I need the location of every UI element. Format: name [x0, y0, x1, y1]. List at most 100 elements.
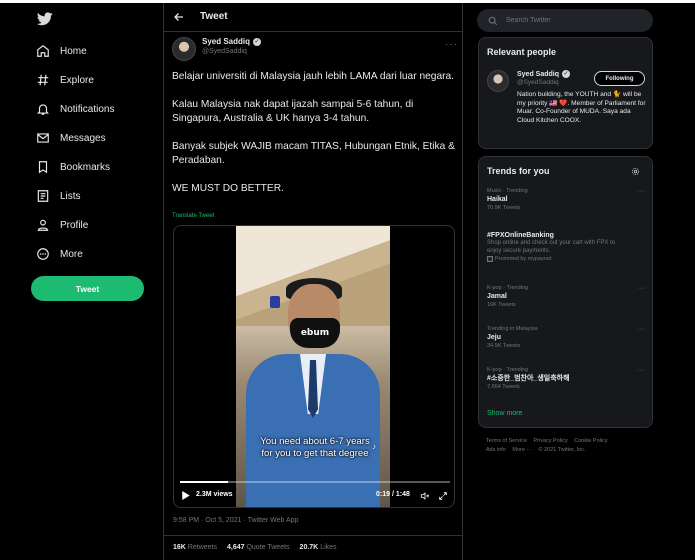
- video-progress-bar[interactable]: [180, 481, 450, 483]
- twitter-logo-icon[interactable]: [37, 12, 53, 26]
- bookmark-icon: [38, 161, 48, 174]
- promoted-text: Promoted by mypaynet: [495, 256, 552, 262]
- stats-divider: [164, 535, 462, 536]
- trends-title: Trends for you: [487, 166, 550, 176]
- nav-lists[interactable]: Lists: [36, 186, 81, 206]
- retweets-stat[interactable]: 16K Retweets: [173, 544, 217, 551]
- author-avatar[interactable]: [172, 37, 196, 61]
- more-options-icon[interactable]: ···: [637, 326, 646, 333]
- nav-label: Messages: [60, 132, 106, 144]
- nav-label: Explore: [60, 74, 94, 86]
- quotes-count: 4,647: [226, 544, 245, 551]
- more-options-icon[interactable]: ···: [637, 188, 646, 195]
- nav-label: Lists: [60, 190, 81, 202]
- relevant-people-title: Relevant people: [487, 47, 557, 57]
- nav-profile[interactable]: Profile: [36, 215, 88, 235]
- relevant-bio: Nation building, the YOUTH and 🐈 will be…: [517, 91, 646, 124]
- nav-notifications[interactable]: Notifications: [36, 99, 114, 119]
- video-views: 2.3M views: [196, 491, 233, 498]
- trend-description: Shop online and check out your cart with…: [487, 240, 616, 254]
- page-title: Tweet: [200, 11, 228, 22]
- play-icon[interactable]: [182, 491, 190, 500]
- tweet-timestamp[interactable]: 9:58 PM · Oct 5, 2021 · Twitter Web App: [173, 517, 298, 524]
- nav-home[interactable]: Home: [36, 41, 87, 61]
- footer-link[interactable]: Ads info: [486, 447, 506, 453]
- video-person-mask: ebum: [290, 318, 340, 348]
- video-subtitle: You need about 6-7 years for you to get …: [260, 436, 370, 459]
- header-divider: [164, 31, 462, 32]
- nav-more[interactable]: More: [36, 244, 83, 264]
- trend-item[interactable]: Music · Trending Haikal 70.9K Tweets ···: [487, 188, 647, 212]
- app-window: Home Explore Notifications Messages Book…: [0, 3, 695, 560]
- nav-label: Profile: [60, 219, 89, 231]
- relevant-avatar[interactable]: [487, 70, 509, 92]
- likes-label: Likes: [320, 544, 337, 551]
- trend-item-promoted[interactable]: #FPXOnlineBanking Shop online and check …: [487, 231, 647, 263]
- video-progress-fill: [180, 481, 228, 483]
- trend-item[interactable]: Trending in Malaysia Jeju 34.5K Tweets ·…: [487, 326, 647, 350]
- search-bar[interactable]: [477, 9, 653, 32]
- trend-count: 70.9K Tweets: [487, 205, 521, 211]
- nav-bookmarks[interactable]: Bookmarks: [36, 157, 110, 177]
- video-controls: 2.3M views 0:19 / 1:48: [174, 488, 454, 504]
- following-button[interactable]: Following: [594, 71, 645, 86]
- footer-link[interactable]: Terms of Service: [486, 438, 527, 444]
- relevant-people-card: Relevant people Syed Saddiq ✓ @SyedSaddi…: [478, 37, 653, 149]
- relevant-handle[interactable]: @SyedSaddiq: [517, 79, 559, 86]
- volume-mute-icon[interactable]: [420, 491, 430, 501]
- trend-context: K-pop · Trending: [487, 367, 528, 373]
- tweet-stats: 16K Retweets 4,647 Quote Tweets 20.7K Li…: [173, 544, 337, 551]
- video-player[interactable]: ebum You need about 6-7 years for you to…: [173, 225, 455, 508]
- author-name-text: Syed Saddiq: [202, 37, 251, 46]
- author-handle[interactable]: @SyedSaddiq: [202, 48, 247, 55]
- likes-count: 20.7K: [299, 544, 319, 551]
- search-input[interactable]: [506, 17, 636, 24]
- nav-messages[interactable]: Messages: [36, 128, 106, 148]
- likes-stat[interactable]: 20.7K Likes: [300, 544, 337, 551]
- quotes-stat[interactable]: 4,647 Quote Tweets: [227, 544, 290, 551]
- nav-label: Notifications: [60, 103, 115, 115]
- envelope-icon: [37, 133, 49, 143]
- nav-label: Home: [60, 45, 87, 57]
- more-options-icon[interactable]: ···: [445, 39, 458, 50]
- hashtag-icon: [37, 74, 49, 86]
- tweet-column: Tweet Syed Saddiq ✓ @SyedSaddiq ··· Bela…: [163, 3, 463, 560]
- trend-context: Music · Trending: [487, 188, 528, 194]
- translate-link[interactable]: Translate Tweet: [172, 213, 214, 219]
- trend-count: 34.5K Tweets: [487, 343, 521, 349]
- search-icon: [488, 16, 498, 25]
- trend-name: Haikal: [487, 196, 508, 203]
- back-arrow-icon[interactable]: [173, 11, 185, 23]
- nav-explore[interactable]: Explore: [36, 70, 94, 90]
- trend-name: Jeju: [487, 334, 502, 341]
- person-icon: [37, 219, 49, 231]
- trend-name: Jamal: [487, 293, 507, 300]
- copyright: © 2021 Twitter, Inc.: [538, 447, 586, 453]
- relevant-name[interactable]: Syed Saddiq ✓: [517, 70, 571, 78]
- relevant-name-text: Syed Saddiq: [517, 70, 560, 78]
- trend-item[interactable]: K-pop · Trending Jamal 16K Tweets ···: [487, 285, 647, 309]
- verified-badge-icon: ✓: [562, 70, 571, 78]
- footer-link[interactable]: More ···: [512, 447, 532, 453]
- nav-label: More: [60, 248, 83, 260]
- tweet-button[interactable]: Tweet: [31, 276, 144, 301]
- trend-count: 16K Tweets: [487, 302, 516, 308]
- home-icon: [37, 45, 49, 57]
- trend-item[interactable]: K-pop · Trending #소중한_범찬아_생일축하해 7,664 Tw…: [487, 367, 647, 391]
- list-icon: [37, 190, 49, 202]
- author-name[interactable]: Syed Saddiq ✓: [202, 37, 262, 46]
- trends-card: Trends for you Music · Trending Haikal 7…: [478, 156, 653, 428]
- promoted-label: Promoted by mypaynet: [487, 255, 647, 263]
- gear-icon[interactable]: [631, 167, 640, 176]
- show-more-link[interactable]: Show more: [487, 410, 522, 417]
- footer-link[interactable]: Privacy Policy: [534, 438, 568, 444]
- more-options-icon[interactable]: ···: [637, 285, 646, 292]
- retweets-count: 16K: [173, 544, 186, 551]
- video-flag: [270, 296, 280, 308]
- fullscreen-icon[interactable]: [438, 491, 448, 501]
- more-options-icon[interactable]: ···: [637, 367, 646, 374]
- promoted-icon: [487, 256, 493, 262]
- tiktok-watermark-icon: ♪: [372, 442, 376, 451]
- trend-count: 7,664 Tweets: [487, 384, 520, 390]
- footer-link[interactable]: Cookie Policy: [574, 438, 607, 444]
